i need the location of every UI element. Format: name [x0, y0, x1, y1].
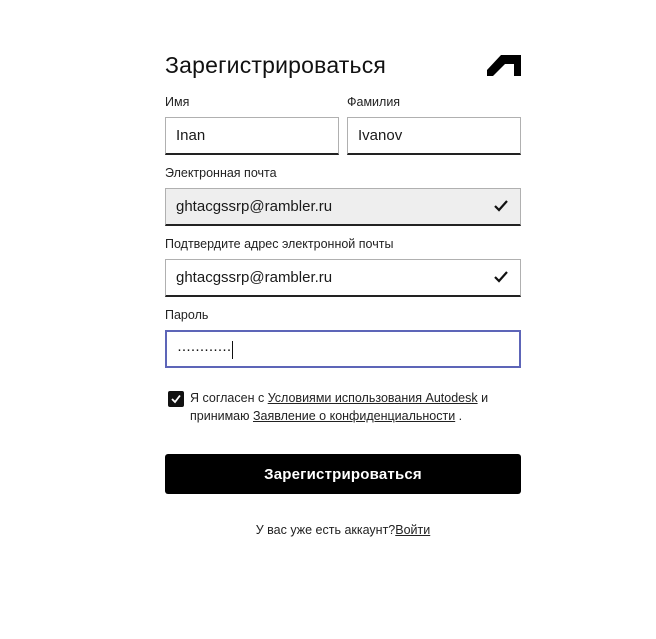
first-name-field-wrap [165, 117, 339, 155]
email-group: Электронная почта [165, 165, 521, 226]
email-label: Электронная почта [165, 166, 277, 180]
first-name-group: Имя [165, 94, 339, 155]
first-name-input[interactable] [166, 118, 338, 153]
autodesk-logo-icon [487, 55, 521, 76]
name-row: Имя Фамилия [165, 94, 521, 155]
email-field-wrap [165, 188, 521, 226]
checkmark-icon [171, 394, 181, 404]
email-confirm-field-wrap [165, 259, 521, 297]
last-name-group: Фамилия [347, 94, 521, 155]
last-name-label: Фамилия [347, 95, 401, 109]
checkmark-icon [494, 200, 508, 212]
password-input[interactable]: ············ [165, 330, 521, 368]
register-button[interactable]: Зарегистрироваться [165, 454, 521, 494]
agreement-checkbox[interactable] [168, 391, 184, 407]
text-caret [231, 341, 233, 360]
password-masked-value: ············ [177, 340, 233, 360]
checkmark-icon [494, 271, 508, 283]
agreement-text: Я согласен с Условиями использования Aut… [190, 389, 521, 425]
password-group: Пароль ············ [165, 307, 521, 368]
page-title: Зарегистрироваться [165, 52, 387, 78]
signin-link[interactable]: Войти [395, 523, 430, 537]
email-confirm-label: Подтвердите адрес электронной почты [165, 237, 394, 251]
agreement-text-before: Я согласен с [190, 391, 268, 405]
header: Зарегистрироваться [165, 40, 521, 88]
email-confirm-input[interactable] [166, 260, 520, 295]
last-name-input[interactable] [348, 118, 520, 153]
email-input[interactable] [166, 189, 520, 224]
privacy-link[interactable]: Заявление о конфиденциальности [253, 409, 455, 423]
agreement-row: Я согласен с Условиями использования Aut… [165, 389, 521, 425]
terms-link[interactable]: Условиями использования Autodesk [268, 391, 478, 405]
have-account-text: У вас уже есть аккаунт? [255, 523, 396, 537]
agreement-text-after: . [455, 409, 463, 423]
signin-row: У вас уже есть аккаунт?Войти [165, 523, 521, 537]
password-label: Пароль [165, 308, 209, 322]
email-confirm-group: Подтвердите адрес электронной почты [165, 236, 521, 297]
last-name-field-wrap [347, 117, 521, 155]
signup-form: Зарегистрироваться Имя Фамилия Электронн… [165, 40, 521, 537]
password-dots: ············ [177, 341, 231, 358]
first-name-label: Имя [165, 95, 190, 109]
